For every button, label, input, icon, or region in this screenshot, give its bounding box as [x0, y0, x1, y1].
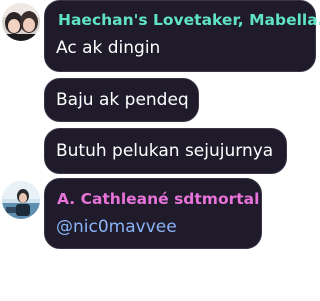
message-bubble[interactable]: Haechan's Lovetaker, Mabella. Ac ak ding… [44, 0, 320, 72]
message-text: Butuh pelukan sejujurnya [56, 141, 274, 161]
sender-name[interactable]: Haechan's Lovetaker, Mabella. [58, 11, 320, 29]
couple-selfie-avatar-image [2, 3, 40, 41]
mention-link[interactable]: @nic0mavvee [56, 217, 177, 237]
message-bubble[interactable]: Baju ak pendeq [44, 78, 199, 122]
message-bubble[interactable]: Butuh pelukan sejujurnya [44, 128, 287, 174]
message-text: Ac ak dingin [56, 38, 161, 58]
chat-thread: Haechan's Lovetaker, Mabella. Ac ak ding… [0, 0, 320, 301]
message-text: Baju ak pendeq [56, 90, 189, 110]
avatar[interactable] [2, 3, 40, 41]
avatar[interactable] [2, 181, 40, 219]
message-bubble[interactable]: A. Cathleané sdtmortal @nic0mavvee [44, 178, 262, 249]
sender-name[interactable]: A. Cathleané sdtmortal [57, 190, 259, 208]
person-outdoor-avatar-image [2, 181, 40, 219]
